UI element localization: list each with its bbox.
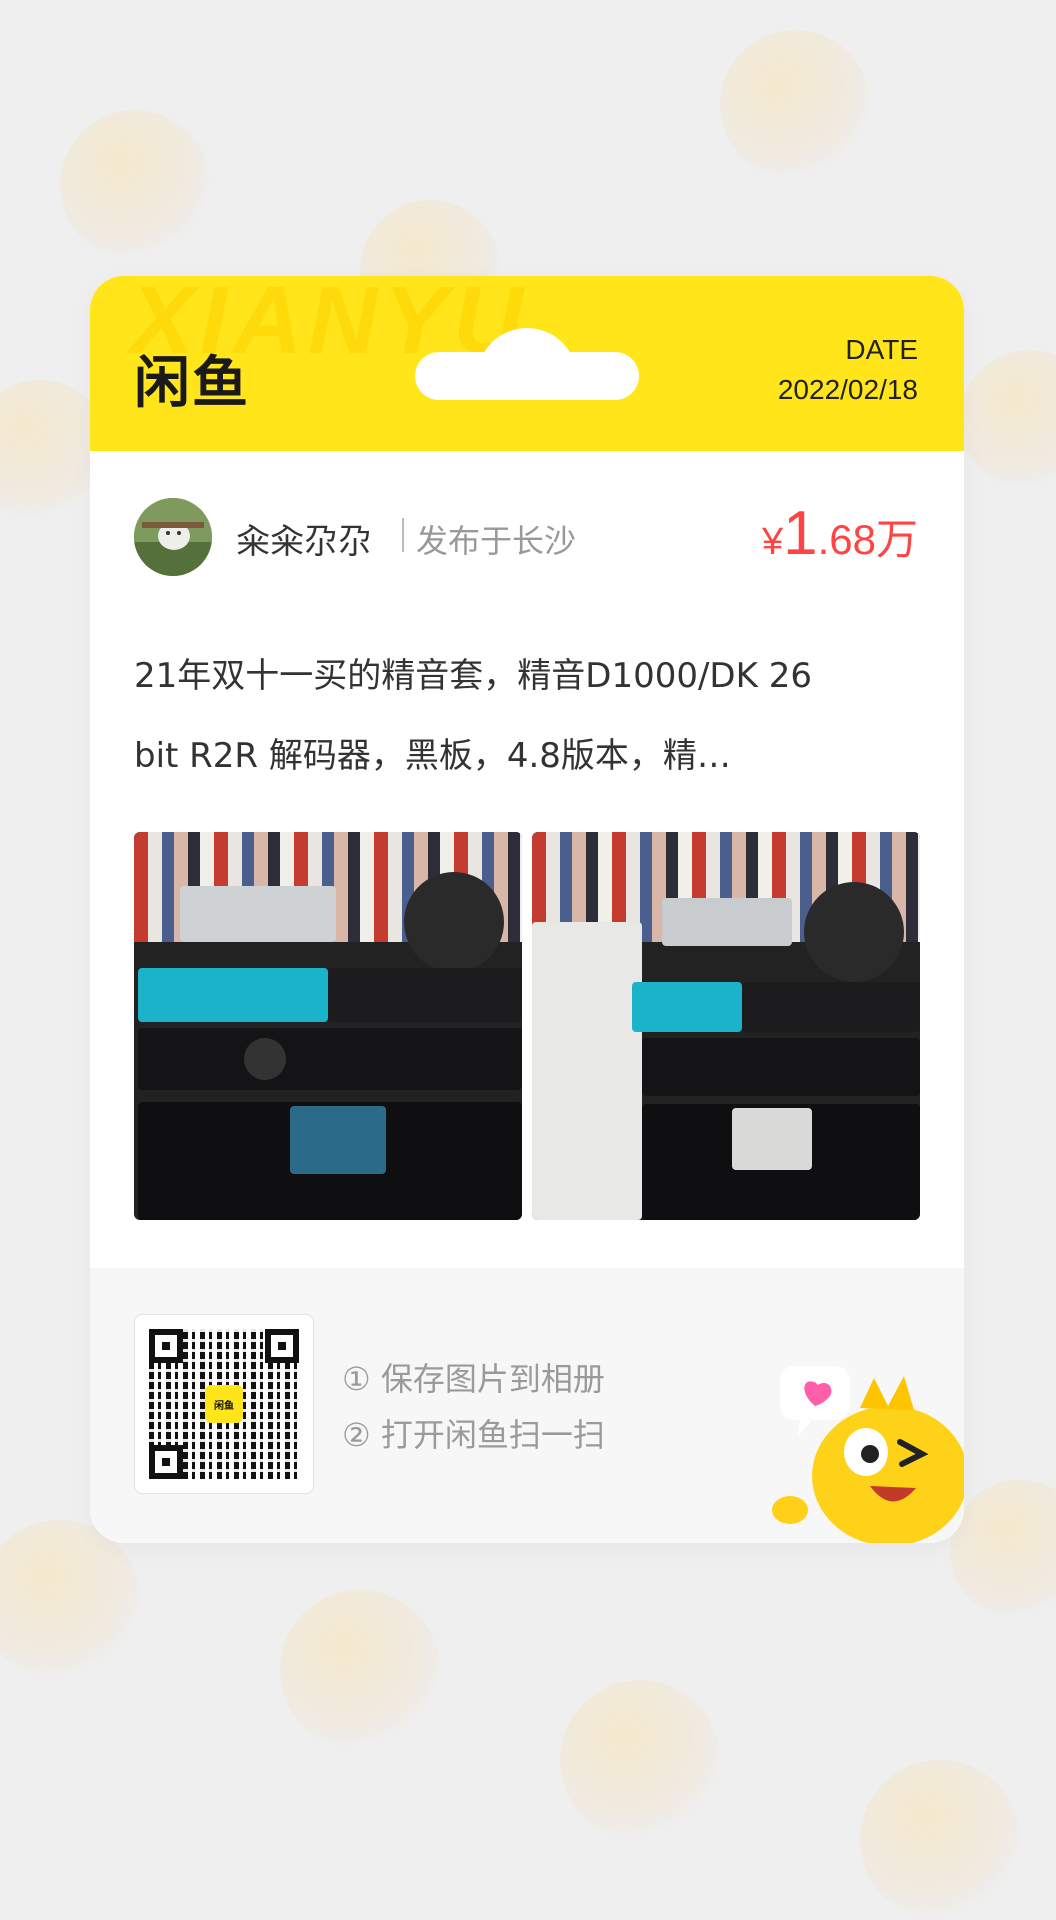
- price: ¥1.68万: [762, 498, 918, 569]
- item-photo-2[interactable]: [532, 832, 920, 1220]
- card-footer: 闲鱼 ① 保存图片到相册 ② 打开闲鱼扫一扫: [90, 1268, 964, 1543]
- item-photo-1[interactable]: [134, 832, 522, 1220]
- price-rest: .68万: [817, 516, 918, 563]
- qr-code[interactable]: 闲鱼: [134, 1314, 314, 1494]
- xianyu-logo: 闲鱼: [134, 351, 250, 416]
- instruction-step-2: ② 打开闲鱼扫一扫: [342, 1416, 605, 1454]
- share-card: XIANYU 闲鱼 DATE 2022/02/18 籴籴尕尕 发布于长沙 ¥1.…: [90, 276, 964, 1543]
- seller-divider: [402, 518, 404, 552]
- price-currency: ¥: [761, 521, 784, 563]
- mascot-illustration: [772, 1366, 964, 1543]
- description-line-1: 21年双十一买的精音套，精音D1000/DK 26: [134, 656, 812, 696]
- seller-avatar[interactable]: [134, 498, 212, 576]
- qr-center-logo: 闲鱼: [205, 1385, 243, 1423]
- card-header: XIANYU 闲鱼 DATE 2022/02/18: [90, 276, 964, 451]
- description-line-2: bit R2R 解码器，黑板，4.8版本，精…: [134, 736, 731, 776]
- qr-code-image: 闲鱼: [149, 1329, 299, 1479]
- avatar-image: [134, 498, 212, 576]
- instruction-step-1: ① 保存图片到相册: [342, 1360, 605, 1398]
- price-integer: 1: [783, 499, 818, 568]
- item-description[interactable]: 21年双十一买的精音套，精音D1000/DK 26 bit R2R 解码器，黑板…: [134, 636, 920, 796]
- ticket-notch: [415, 328, 639, 400]
- seller-name[interactable]: 籴籴尕尕: [236, 514, 372, 563]
- seller-location: 发布于长沙: [416, 522, 577, 560]
- date-value: 2022/02/18: [777, 374, 918, 405]
- date-label: DATE: [845, 334, 918, 365]
